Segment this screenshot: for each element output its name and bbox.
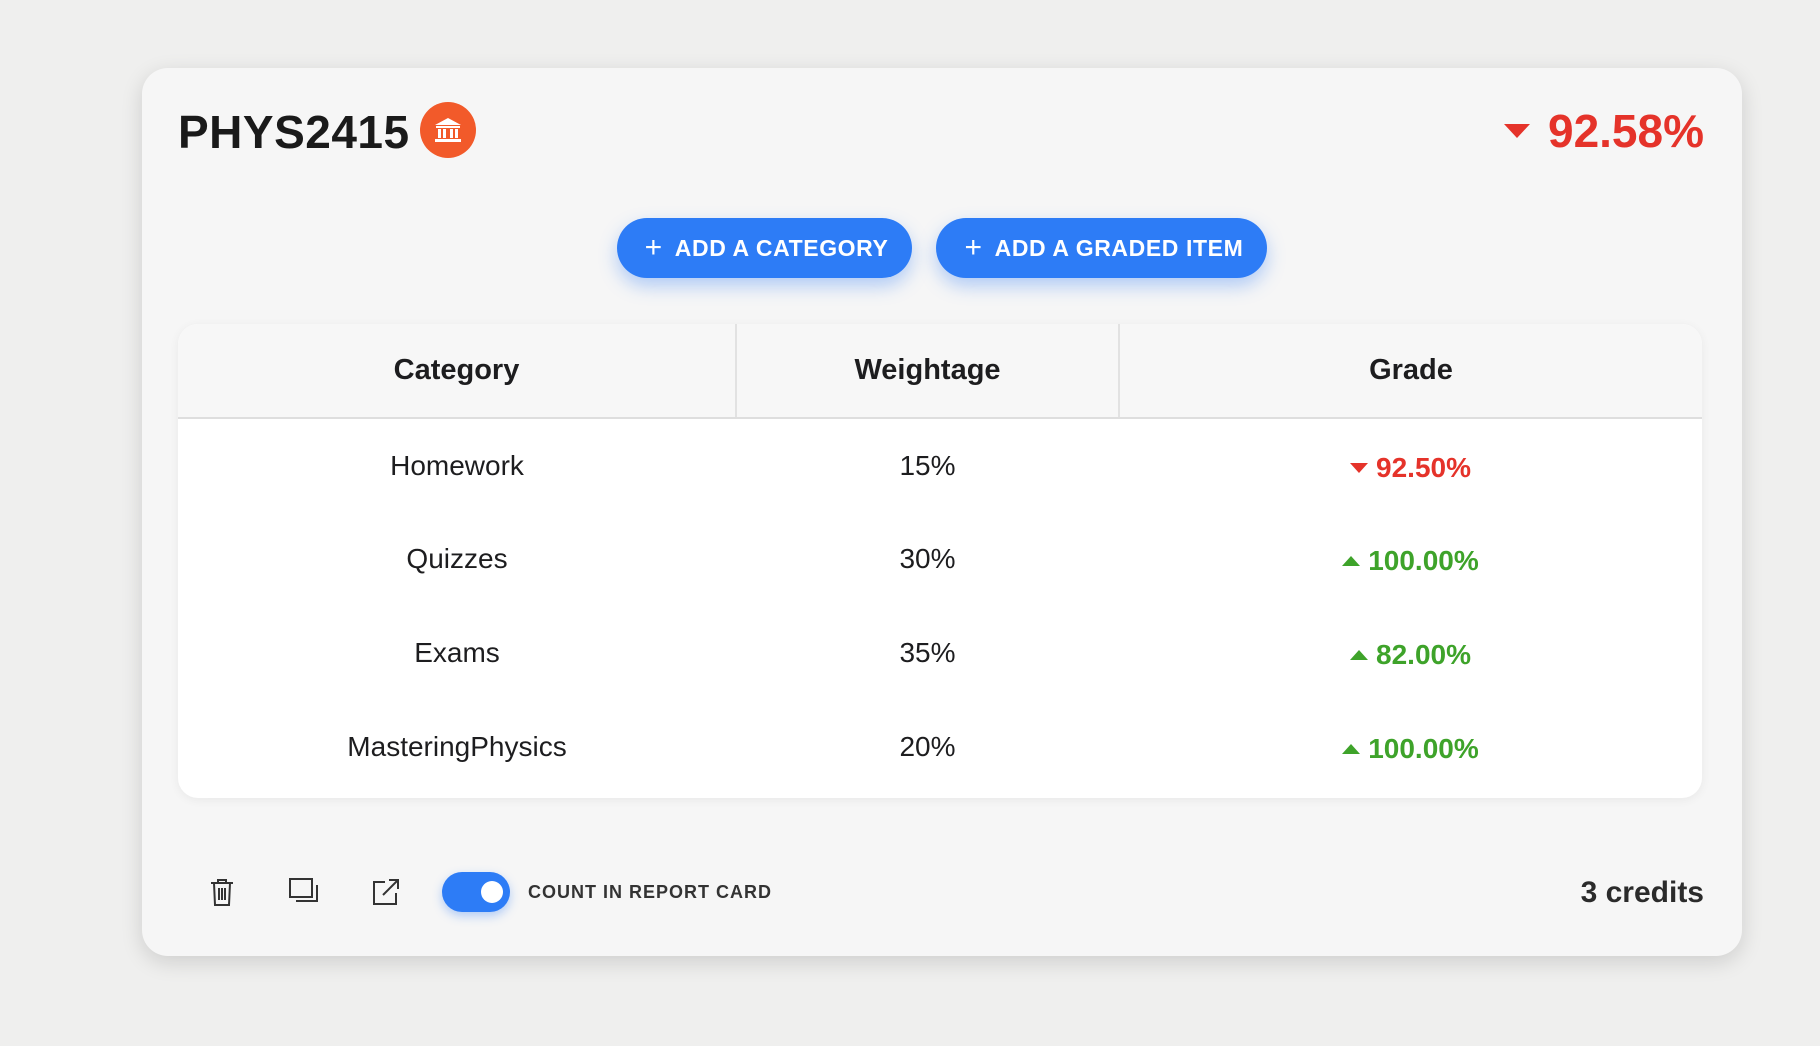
course-title: PHYS2415 [178, 106, 410, 158]
weightage-cell: 30% [899, 543, 956, 574]
add-graded-item-label: ADD A GRADED ITEM [994, 234, 1244, 261]
add-graded-item-button[interactable]: + ADD A GRADED ITEM [936, 218, 1268, 278]
trend-down-icon [1350, 462, 1369, 473]
plus-icon: + [644, 231, 663, 264]
category-cell: Homework [390, 449, 524, 481]
table-row[interactable]: MasteringPhysics 20% 100.00% [178, 700, 1702, 794]
count-in-report-card-toggle[interactable] [442, 872, 510, 912]
table-row[interactable]: Quizzes 30% 100.00% [178, 512, 1702, 606]
category-cell: Exams [414, 637, 500, 668]
table-row[interactable]: Homework 15% 92.50% [178, 418, 1702, 512]
toggle-knob [481, 881, 503, 903]
credits-label: 3 credits [1580, 876, 1704, 909]
overall-grade: 92.58% [1503, 104, 1704, 158]
toggle-label: COUNT IN REPORT CARD [528, 881, 772, 902]
open-external-button[interactable] [366, 872, 406, 912]
duplicate-icon [289, 878, 318, 902]
grade-value: 100.00% [1368, 733, 1479, 764]
action-buttons: + ADD A CATEGORY + ADD A GRADED ITEM [142, 218, 1742, 278]
open-external-icon [373, 879, 399, 905]
grade-cell: 92.50% [1119, 418, 1702, 512]
grade-value: 82.00% [1376, 639, 1471, 670]
weightage-cell: 15% [899, 449, 956, 481]
column-header-category[interactable]: Category [178, 324, 736, 419]
institution-icon [420, 102, 476, 158]
grade-cell: 82.00% [1119, 606, 1702, 700]
grade-value: 100.00% [1368, 545, 1479, 576]
table-header-row: Category Weightage Grade [178, 324, 1702, 419]
grade-cell: 100.00% [1119, 512, 1702, 606]
overall-grade-value: 92.58% [1547, 105, 1704, 157]
category-cell: MasteringPhysics [347, 731, 567, 762]
trend-up-icon [1350, 650, 1369, 660]
trend-up-icon [1342, 556, 1361, 566]
course-card: PHYS2415 92.58% + ADD A CATEGORY + ADD A… [142, 68, 1742, 956]
grade-value: 92.50% [1376, 451, 1471, 483]
add-category-label: ADD A CATEGORY [674, 234, 889, 261]
weightage-cell: 20% [899, 731, 956, 762]
column-header-weightage[interactable]: Weightage [735, 324, 1119, 419]
delete-button[interactable] [202, 872, 242, 912]
card-footer: COUNT IN REPORT CARD [202, 872, 772, 912]
plus-icon: + [964, 231, 983, 264]
trend-down-icon [1503, 124, 1530, 138]
table-row[interactable]: Exams 35% 82.00% [178, 606, 1702, 700]
trend-up-icon [1342, 744, 1361, 754]
category-cell: Quizzes [406, 543, 508, 574]
trash-icon [211, 879, 233, 906]
weightage-cell: 35% [899, 637, 956, 668]
duplicate-button[interactable] [284, 872, 324, 912]
add-category-button[interactable]: + ADD A CATEGORY [616, 218, 913, 278]
category-table: Category Weightage Grade Homework 15% 92… [178, 324, 1702, 798]
column-header-grade[interactable]: Grade [1118, 324, 1702, 419]
grade-cell: 100.00% [1119, 700, 1702, 794]
